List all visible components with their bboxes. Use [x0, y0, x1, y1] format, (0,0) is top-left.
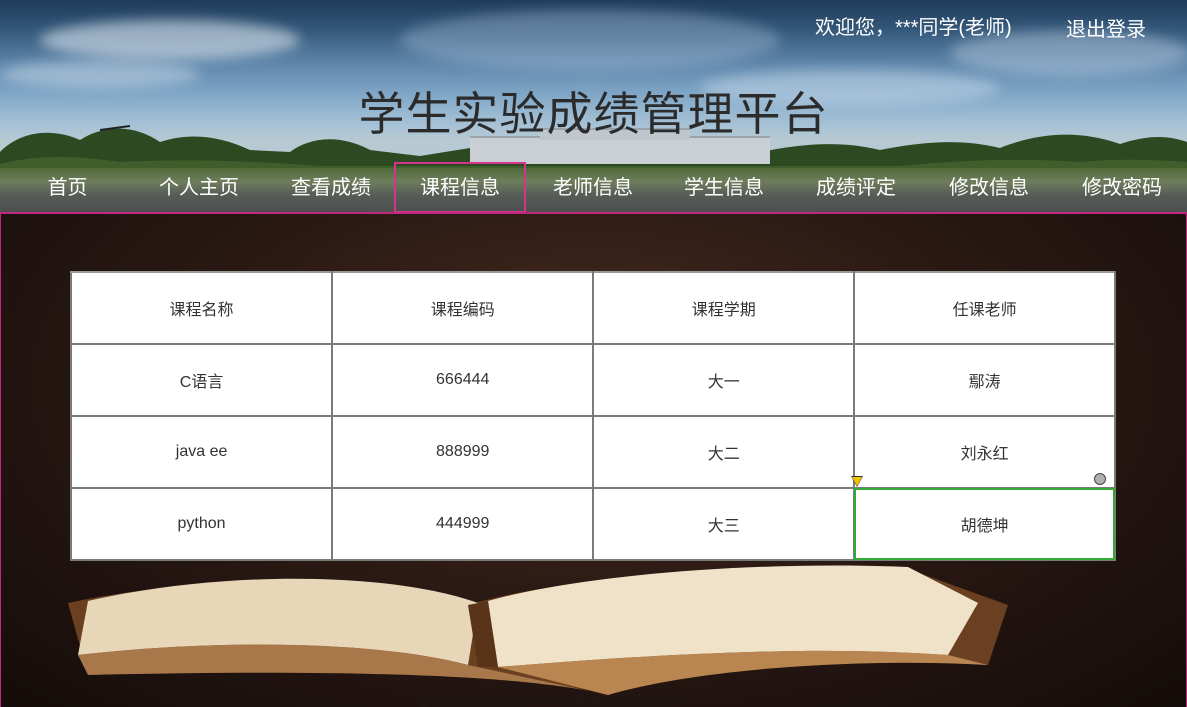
column-header-course-term: 课程学期: [592, 271, 856, 345]
table-cell: C语言: [69, 343, 334, 417]
nav-underline: [0, 212, 1187, 214]
open-book-image: [68, 565, 1008, 695]
nav-item-home[interactable]: 首页: [40, 162, 95, 213]
column-header-course-code: 课程编码: [331, 271, 595, 345]
main-nav: 首页 个人主页 查看成绩 课程信息 老师信息 学生信息 成绩评定 修改信息 修改…: [0, 162, 1187, 213]
table-cell: 鄢涛: [853, 343, 1116, 417]
table-cell: 大三: [592, 487, 856, 561]
nav-item-teacher-info[interactable]: 老师信息: [546, 162, 640, 213]
nav-item-edit-info[interactable]: 修改信息: [942, 162, 1036, 213]
course-table: 课程名称 课程编码 课程学期 任课老师 C语言 666444 大一 鄢涛 jav…: [69, 271, 1116, 561]
table-cell: 888999: [331, 415, 595, 489]
table-cell: 大一: [592, 343, 856, 417]
table-row: java ee 888999 大二 刘永红: [69, 415, 1116, 489]
table-cell-selected[interactable]: 胡德坤: [853, 487, 1116, 561]
nav-item-grade-evaluation[interactable]: 成绩评定: [809, 162, 903, 213]
header-banner: 欢迎您，***同学(老师) 退出登录 学生实验成绩管理平台 首页 个人主页 查看…: [0, 0, 1187, 213]
table-header-row: 课程名称 课程编码 课程学期 任课老师: [69, 271, 1116, 345]
table-row: python 444999 大三 胡德坤: [69, 487, 1116, 561]
table-cell: java ee: [69, 415, 334, 489]
nav-item-course-info[interactable]: 课程信息: [394, 162, 526, 213]
column-header-course-name: 课程名称: [69, 271, 334, 345]
page: 欢迎您，***同学(老师) 退出登录 学生实验成绩管理平台 首页 个人主页 查看…: [0, 0, 1187, 707]
nav-item-student-info[interactable]: 学生信息: [677, 162, 771, 213]
table-cell: python: [69, 487, 334, 561]
resize-handle-triangle[interactable]: [852, 477, 862, 486]
nav-item-change-password[interactable]: 修改密码: [1075, 162, 1169, 213]
resize-handle-dot[interactable]: [1094, 473, 1106, 485]
nav-item-profile[interactable]: 个人主页: [152, 162, 246, 213]
logout-link[interactable]: 退出登录: [1066, 13, 1146, 42]
table-cell: 大二: [592, 415, 856, 489]
left-border: [0, 212, 1, 707]
table-cell: 刘永红: [853, 415, 1116, 489]
column-header-teacher: 任课老师: [853, 271, 1116, 345]
table-cell: 444999: [331, 487, 595, 561]
table-cell: 666444: [331, 343, 595, 417]
site-title: 学生实验成绩管理平台: [358, 88, 829, 140]
table-row: C语言 666444 大一 鄢涛: [69, 343, 1116, 417]
watermark-text: 图行天下 www.photophoto.cn No.20140624037224…: [418, 699, 682, 707]
nav-item-view-grades[interactable]: 查看成绩: [284, 162, 378, 213]
welcome-text: 欢迎您，***同学(老师): [815, 17, 1012, 39]
